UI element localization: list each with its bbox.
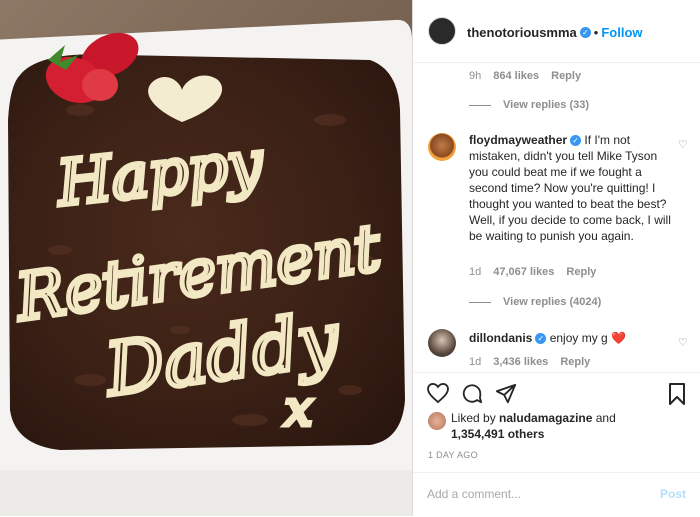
post-comment-button[interactable]: Post — [660, 487, 686, 501]
share-paper-plane-icon[interactable] — [495, 383, 517, 405]
liker-avatar[interactable] — [428, 412, 446, 430]
comment-floyd: floydmayweather ✓ If I'm not mistaken, di… — [469, 132, 679, 244]
liked-by-prefix: Liked by — [451, 411, 496, 425]
view-replies-label: View replies (33) — [503, 99, 590, 111]
verified-badge-icon: ✓ — [570, 135, 582, 147]
replies-line — [469, 301, 491, 303]
liked-by-connector: and — [595, 411, 616, 425]
author-avatar[interactable] — [428, 17, 456, 45]
post-side-panel: thenotoriousmma ✓ • Follow 9h 864 likes Reply… — [413, 0, 700, 516]
liked-by-user[interactable]: naludamagazine — [499, 411, 592, 425]
liked-by-text: Liked by naludamagazine and 1,354,491 ot… — [451, 410, 681, 442]
comment-likes[interactable]: 864 likes — [493, 70, 539, 82]
comment-likes[interactable]: 47,067 likes — [493, 266, 554, 278]
view-replies-label: View replies (4024) — [503, 296, 602, 308]
commenter-avatar-floyd[interactable] — [428, 133, 456, 161]
reply-button[interactable]: Reply — [560, 356, 590, 368]
save-bookmark-icon[interactable] — [668, 383, 686, 405]
post-timestamp[interactable]: 1 DAY AGO — [428, 450, 478, 460]
commenter-username[interactable]: floydmayweather — [469, 133, 567, 147]
comment-likes[interactable]: 3,436 likes — [493, 356, 548, 368]
like-heart-icon[interactable] — [427, 383, 449, 403]
comment-time: 9h — [469, 70, 482, 82]
comment-meta: 1d 3,436 likes Reply — [469, 356, 602, 368]
commenter-username[interactable]: dillondanis — [469, 331, 532, 345]
instagram-post-view: Happy Retirement Daddy x thenotoriousmma… — [0, 0, 700, 516]
comment-text: enjoy my g — [549, 331, 608, 345]
separator-dot: • — [593, 25, 599, 40]
like-comment-heart-icon[interactable]: ♡ — [678, 336, 688, 349]
brownie-cake-image: Happy Retirement Daddy x — [0, 19, 412, 516]
comment-meta: 9h 864 likes Reply — [469, 70, 593, 82]
comment-bubble-icon[interactable] — [461, 383, 483, 405]
commenter-avatar-dillon[interactable] — [428, 329, 456, 357]
comment-dillon: dillondanis ✓ enjoy my g ❤️ — [469, 330, 679, 346]
view-replies-button[interactable]: View replies (4024) — [469, 296, 601, 308]
add-comment-bar: Add a comment... Post — [413, 472, 700, 517]
comment-text: If I'm not mistaken, didn't you tell Mik… — [469, 133, 671, 243]
reply-button[interactable]: Reply — [551, 70, 581, 82]
like-comment-heart-icon[interactable]: ♡ — [678, 138, 688, 151]
comment-meta: 1d 47,067 likes Reply — [469, 266, 608, 278]
author-line: thenotoriousmma ✓ • Follow — [467, 24, 643, 42]
follow-button[interactable]: Follow — [601, 25, 642, 40]
action-bar — [413, 372, 700, 413]
replies-line — [469, 104, 491, 106]
add-comment-input[interactable]: Add a comment... — [427, 487, 521, 501]
verified-badge-icon: ✓ — [535, 333, 547, 345]
liked-by-others[interactable]: 1,354,491 others — [451, 427, 544, 441]
reply-button[interactable]: Reply — [566, 266, 596, 278]
comment-time: 1d — [469, 356, 482, 368]
post-photo[interactable]: Happy Retirement Daddy x — [0, 0, 412, 516]
red-heart-emoji: ❤️ — [611, 331, 627, 345]
comment-time: 1d — [469, 266, 482, 278]
cake-text-x: x — [285, 381, 312, 437]
post-header: thenotoriousmma ✓ • Follow — [413, 0, 700, 63]
view-replies-button[interactable]: View replies (33) — [469, 99, 589, 111]
verified-badge-icon: ✓ — [579, 27, 591, 39]
author-username[interactable]: thenotoriousmma — [467, 25, 577, 40]
